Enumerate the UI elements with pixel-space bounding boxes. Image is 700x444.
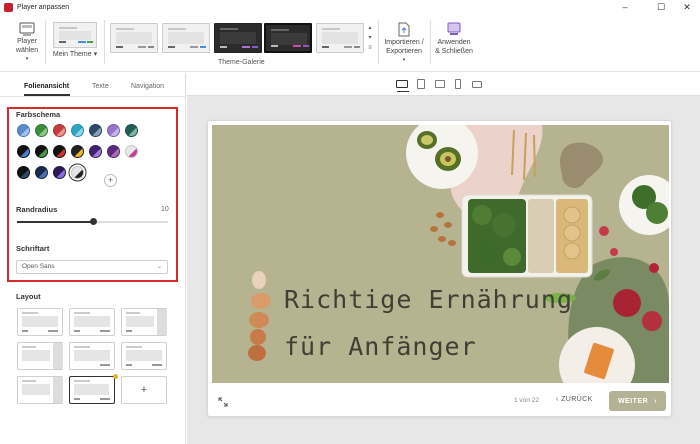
color-swatch[interactable] (89, 145, 102, 158)
apply-close-button[interactable]: Anwenden & Schließen (434, 22, 474, 56)
slide-title-line2: für Anfänger (284, 332, 477, 361)
slide-canvas: Richtige Ernährung für Anfänger (212, 125, 669, 383)
tablet-portrait-icon[interactable] (417, 79, 425, 89)
wheat-3 (533, 134, 536, 178)
add-color-button[interactable]: + (104, 174, 117, 187)
player-preview: Richtige Ernährung für Anfänger 1 von 22… (207, 120, 672, 417)
preview-panel: Richtige Ernährung für Anfänger 1 von 22… (187, 73, 700, 444)
player-icon (19, 22, 35, 36)
color-swatch[interactable] (125, 124, 138, 137)
title-bar: Player anpassen (0, 0, 700, 14)
layout-option-1[interactable] (17, 308, 63, 336)
font-select-value: Open Sans (22, 263, 55, 270)
back-label: ZURÜCK (561, 396, 593, 403)
gallery-scroll[interactable]: ▴ ▾ ≡ (366, 23, 374, 57)
gallery-theme-4[interactable] (264, 23, 312, 53)
tab-slide-view[interactable]: Folienansicht (24, 83, 69, 90)
my-theme-label: Mein Theme (52, 51, 92, 58)
left-panel: Folienansicht Texte Navigation Farbschem… (0, 73, 186, 444)
import-export-icon (398, 22, 410, 37)
import-export-button[interactable]: Importieren / Exportieren ▾ (382, 22, 426, 65)
player-select-button[interactable]: Player wählen ▾ (14, 22, 40, 64)
gallery-label: Theme-Galerie (218, 59, 265, 66)
border-radius-label: Randradius (16, 205, 58, 214)
color-swatch[interactable] (71, 166, 84, 179)
page-indicator: 1 von 22 (514, 397, 539, 404)
border-radius-value: 10 (161, 206, 169, 213)
minimize-button[interactable]: – (614, 0, 636, 14)
window-title: Player anpassen (17, 3, 70, 11)
egg-5 (248, 345, 266, 361)
tab-texts[interactable]: Texte (92, 83, 109, 90)
tablet-landscape-icon[interactable] (435, 80, 445, 88)
selected-badge (113, 374, 118, 379)
mushrooms (528, 199, 554, 273)
device-toolbar (187, 73, 700, 96)
color-swatch[interactable] (17, 124, 30, 137)
color-swatch[interactable] (89, 124, 102, 137)
color-swatch[interactable] (17, 145, 30, 158)
layout-option-4[interactable] (17, 342, 63, 370)
color-swatch[interactable] (35, 145, 48, 158)
import-export-label: Importieren / Exportieren (384, 39, 424, 55)
color-scheme-heading: Farbschema (16, 110, 61, 119)
close-button[interactable]: ✕ (676, 0, 698, 14)
color-swatch[interactable] (125, 145, 138, 158)
slide-title-line1: Richtige Ernährung (284, 285, 573, 314)
player-controls: 1 von 22 ‹ ZURÜCK WEITER › (208, 385, 673, 418)
color-swatch[interactable] (71, 124, 84, 137)
border-radius-thumb[interactable] (89, 218, 97, 225)
layout-option-6[interactable] (121, 342, 167, 370)
chevron-right-icon: › (654, 397, 658, 405)
next-label: WEITER (617, 397, 649, 405)
color-swatch[interactable] (53, 166, 66, 179)
phone-portrait-icon[interactable] (455, 79, 461, 89)
chevron-down-icon: ⌄ (156, 264, 162, 270)
layout-option-7[interactable] (17, 376, 63, 404)
color-swatch[interactable] (53, 124, 66, 137)
egg-2 (251, 293, 271, 309)
layout-option-3[interactable] (121, 308, 167, 336)
color-swatch[interactable] (35, 124, 48, 137)
player-select-label: Player wählen (15, 38, 39, 54)
font-select[interactable]: Open Sans ⌄ (16, 260, 168, 274)
desktop-view-icon[interactable] (396, 80, 408, 88)
color-swatch[interactable] (107, 145, 120, 158)
egg-1 (252, 271, 266, 289)
color-swatch[interactable] (71, 145, 84, 158)
phone-landscape-icon[interactable] (472, 81, 482, 88)
my-theme-thumbnail (53, 22, 97, 48)
my-theme-button[interactable]: Mein Theme ▾ (51, 22, 99, 60)
layout-option-5[interactable] (69, 342, 115, 370)
color-swatch[interactable] (17, 166, 30, 179)
maximize-button[interactable]: ☐ (650, 0, 672, 14)
pomegranate (613, 289, 641, 317)
tab-navigation[interactable]: Navigation (131, 83, 164, 90)
egg-4 (250, 329, 266, 345)
layout-option-selected[interactable] (69, 376, 115, 404)
egg-3 (249, 312, 269, 328)
border-radius-fill (17, 221, 93, 223)
color-swatch[interactable] (107, 124, 120, 137)
add-layout-button[interactable]: + (121, 376, 167, 404)
app-logo-icon (4, 2, 13, 12)
gallery-theme-1[interactable] (110, 23, 158, 53)
layout-option-2[interactable] (69, 308, 115, 336)
gallery-theme-2[interactable] (162, 23, 210, 53)
color-swatch[interactable] (35, 166, 48, 179)
layout-heading: Layout (16, 292, 41, 301)
gallery-theme-5[interactable] (316, 23, 364, 53)
font-label: Schriftart (16, 244, 50, 253)
back-button[interactable]: ‹ ZURÜCK (556, 396, 593, 403)
apply-icon (447, 22, 461, 35)
gallery-theme-3[interactable] (214, 23, 262, 53)
fullscreen-icon[interactable] (218, 397, 228, 407)
ribbon: Player wählen ▾ Mein Theme ▾ ▴ ▾ ≡ Theme-G… (0, 14, 700, 72)
color-swatch[interactable] (53, 145, 66, 158)
apply-close-label: Anwenden & Schließen (435, 39, 473, 55)
next-button[interactable]: WEITER › (609, 391, 666, 411)
